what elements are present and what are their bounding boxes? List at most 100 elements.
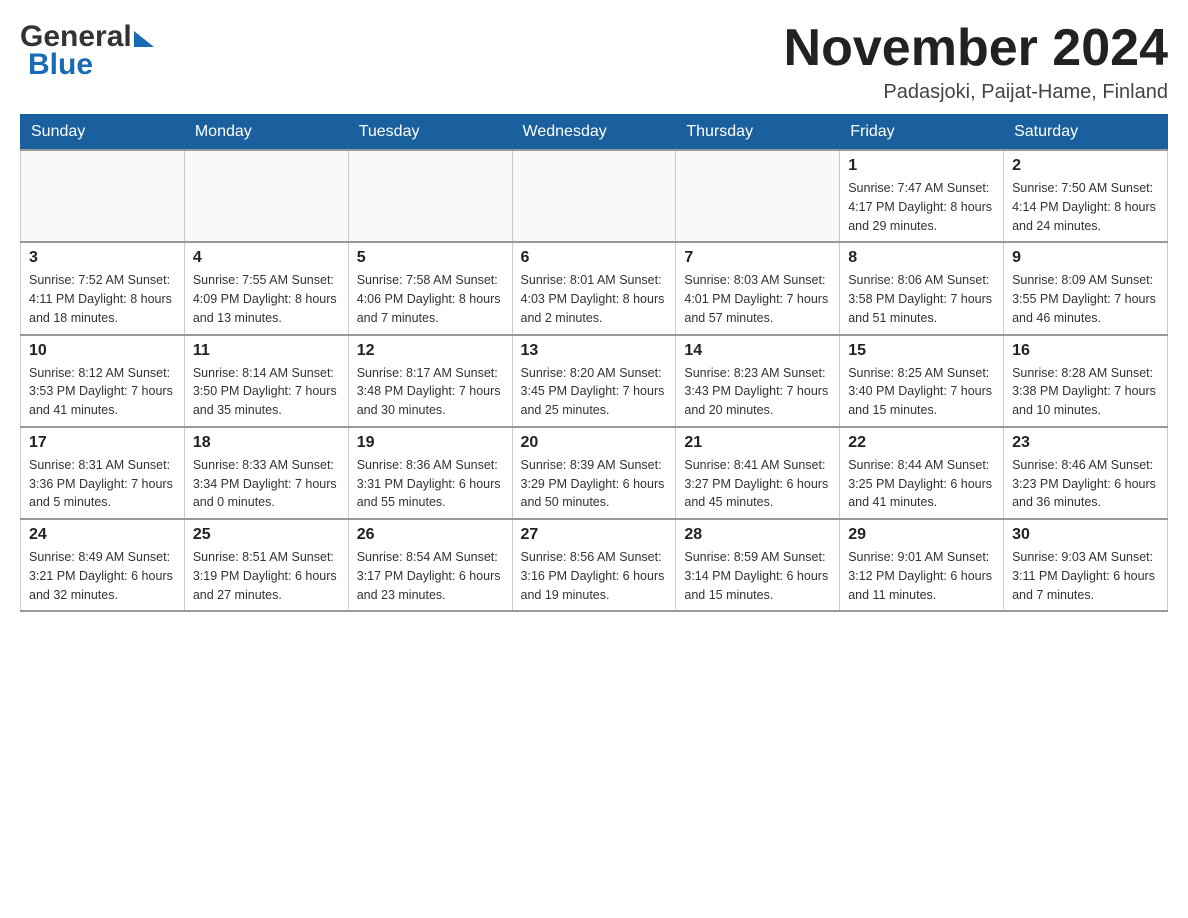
day-cell: 24 Sunrise: 8:49 AM Sunset: 3:21 PM Dayli… — [21, 519, 185, 611]
day-cell — [21, 150, 185, 242]
day-info: Sunrise: 8:20 AM Sunset: 3:45 PM Dayligh… — [521, 364, 668, 420]
day-cell: 23 Sunrise: 8:46 AM Sunset: 3:23 PM Dayli… — [1004, 427, 1168, 519]
header-wednesday: Wednesday — [512, 115, 676, 151]
day-number: 23 — [1012, 434, 1159, 452]
day-number: 28 — [684, 526, 831, 544]
day-number: 22 — [848, 434, 995, 452]
week-row-1: 1 Sunrise: 7:47 AM Sunset: 4:17 PM Daylig… — [21, 150, 1168, 242]
calendar-table: SundayMondayTuesdayWednesdayThursdayFrid… — [20, 114, 1168, 612]
month-title: November 2024 — [784, 20, 1168, 77]
day-number: 15 — [848, 342, 995, 360]
day-info: Sunrise: 8:41 AM Sunset: 3:27 PM Dayligh… — [684, 456, 831, 512]
day-cell: 1 Sunrise: 7:47 AM Sunset: 4:17 PM Daylig… — [840, 150, 1004, 242]
day-number: 8 — [848, 249, 995, 267]
header-monday: Monday — [184, 115, 348, 151]
page-header: General Blue November 2024 Padasjoki, Pa… — [20, 20, 1168, 104]
day-cell — [512, 150, 676, 242]
day-info: Sunrise: 9:01 AM Sunset: 3:12 PM Dayligh… — [848, 548, 995, 604]
day-number: 20 — [521, 434, 668, 452]
day-number: 21 — [684, 434, 831, 452]
day-info: Sunrise: 8:03 AM Sunset: 4:01 PM Dayligh… — [684, 271, 831, 327]
day-number: 13 — [521, 342, 668, 360]
day-info: Sunrise: 8:54 AM Sunset: 3:17 PM Dayligh… — [357, 548, 504, 604]
day-info: Sunrise: 7:52 AM Sunset: 4:11 PM Dayligh… — [29, 271, 176, 327]
day-number: 30 — [1012, 526, 1159, 544]
header-thursday: Thursday — [676, 115, 840, 151]
day-cell: 30 Sunrise: 9:03 AM Sunset: 3:11 PM Dayli… — [1004, 519, 1168, 611]
day-info: Sunrise: 8:31 AM Sunset: 3:36 PM Dayligh… — [29, 456, 176, 512]
week-row-2: 3 Sunrise: 7:52 AM Sunset: 4:11 PM Daylig… — [21, 242, 1168, 334]
day-cell: 29Sunrise: 9:01 AM Sunset: 3:12 PM Dayli… — [840, 519, 1004, 611]
header-saturday: Saturday — [1004, 115, 1168, 151]
day-cell: 8 Sunrise: 8:06 AM Sunset: 3:58 PM Daylig… — [840, 242, 1004, 334]
day-info: Sunrise: 8:59 AM Sunset: 3:14 PM Dayligh… — [684, 548, 831, 604]
day-number: 16 — [1012, 342, 1159, 360]
day-cell: 10 Sunrise: 8:12 AM Sunset: 3:53 PM Dayli… — [21, 335, 185, 427]
day-info: Sunrise: 8:44 AM Sunset: 3:25 PM Dayligh… — [848, 456, 995, 512]
day-number: 26 — [357, 526, 504, 544]
day-number: 3 — [29, 249, 176, 267]
logo: General Blue — [20, 20, 154, 82]
day-cell: 21 Sunrise: 8:41 AM Sunset: 3:27 PM Dayli… — [676, 427, 840, 519]
day-number: 1 — [848, 157, 995, 175]
day-cell: 15 Sunrise: 8:25 AM Sunset: 3:40 PM Dayli… — [840, 335, 1004, 427]
day-number: 27 — [521, 526, 668, 544]
day-info: Sunrise: 9:03 AM Sunset: 3:11 PM Dayligh… — [1012, 548, 1159, 604]
day-info: Sunrise: 8:14 AM Sunset: 3:50 PM Dayligh… — [193, 364, 340, 420]
day-cell: 25Sunrise: 8:51 AM Sunset: 3:19 PM Dayli… — [184, 519, 348, 611]
day-info: Sunrise: 8:23 AM Sunset: 3:43 PM Dayligh… — [684, 364, 831, 420]
day-number: 24 — [29, 526, 176, 544]
day-cell: 11 Sunrise: 8:14 AM Sunset: 3:50 PM Dayli… — [184, 335, 348, 427]
day-info: Sunrise: 7:58 AM Sunset: 4:06 PM Dayligh… — [357, 271, 504, 327]
day-info: Sunrise: 8:06 AM Sunset: 3:58 PM Dayligh… — [848, 271, 995, 327]
logo-blue-text: Blue — [24, 48, 93, 82]
day-number: 25 — [193, 526, 340, 544]
day-cell — [184, 150, 348, 242]
day-cell: 26 Sunrise: 8:54 AM Sunset: 3:17 PM Dayli… — [348, 519, 512, 611]
day-info: Sunrise: 8:36 AM Sunset: 3:31 PM Dayligh… — [357, 456, 504, 512]
header-friday: Friday — [840, 115, 1004, 151]
day-number: 9 — [1012, 249, 1159, 267]
day-cell: 19Sunrise: 8:36 AM Sunset: 3:31 PM Dayli… — [348, 427, 512, 519]
week-row-5: 24 Sunrise: 8:49 AM Sunset: 3:21 PM Dayli… — [21, 519, 1168, 611]
day-cell — [348, 150, 512, 242]
day-cell: 22 Sunrise: 8:44 AM Sunset: 3:25 PM Dayli… — [840, 427, 1004, 519]
day-info: Sunrise: 8:39 AM Sunset: 3:29 PM Dayligh… — [521, 456, 668, 512]
day-info: Sunrise: 8:12 AM Sunset: 3:53 PM Dayligh… — [29, 364, 176, 420]
day-info: Sunrise: 8:01 AM Sunset: 4:03 PM Dayligh… — [521, 271, 668, 327]
day-cell: 7Sunrise: 8:03 AM Sunset: 4:01 PM Daylig… — [676, 242, 840, 334]
day-number: 6 — [521, 249, 668, 267]
header-sunday: Sunday — [21, 115, 185, 151]
day-info: Sunrise: 8:17 AM Sunset: 3:48 PM Dayligh… — [357, 364, 504, 420]
day-info: Sunrise: 8:49 AM Sunset: 3:21 PM Dayligh… — [29, 548, 176, 604]
day-info: Sunrise: 8:46 AM Sunset: 3:23 PM Dayligh… — [1012, 456, 1159, 512]
day-cell: 3 Sunrise: 7:52 AM Sunset: 4:11 PM Daylig… — [21, 242, 185, 334]
day-number: 18 — [193, 434, 340, 452]
title-block: November 2024 Padasjoki, Paijat-Hame, Fi… — [784, 20, 1168, 104]
day-number: 4 — [193, 249, 340, 267]
location-text: Padasjoki, Paijat-Hame, Finland — [784, 81, 1168, 104]
day-cell: 20 Sunrise: 8:39 AM Sunset: 3:29 PM Dayli… — [512, 427, 676, 519]
day-number: 2 — [1012, 157, 1159, 175]
day-number: 12 — [357, 342, 504, 360]
day-number: 10 — [29, 342, 176, 360]
week-row-3: 10 Sunrise: 8:12 AM Sunset: 3:53 PM Dayli… — [21, 335, 1168, 427]
day-cell: 9Sunrise: 8:09 AM Sunset: 3:55 PM Daylig… — [1004, 242, 1168, 334]
day-cell: 2 Sunrise: 7:50 AM Sunset: 4:14 PM Daylig… — [1004, 150, 1168, 242]
day-info: Sunrise: 7:50 AM Sunset: 4:14 PM Dayligh… — [1012, 179, 1159, 235]
day-cell: 17Sunrise: 8:31 AM Sunset: 3:36 PM Dayli… — [21, 427, 185, 519]
day-info: Sunrise: 7:55 AM Sunset: 4:09 PM Dayligh… — [193, 271, 340, 327]
day-number: 11 — [193, 342, 340, 360]
day-info: Sunrise: 7:47 AM Sunset: 4:17 PM Dayligh… — [848, 179, 995, 235]
day-number: 5 — [357, 249, 504, 267]
logo-arrow-icon — [134, 31, 154, 47]
day-cell: 13 Sunrise: 8:20 AM Sunset: 3:45 PM Dayli… — [512, 335, 676, 427]
day-cell: 16Sunrise: 8:28 AM Sunset: 3:38 PM Dayli… — [1004, 335, 1168, 427]
day-cell: 5 Sunrise: 7:58 AM Sunset: 4:06 PM Daylig… — [348, 242, 512, 334]
day-cell: 27Sunrise: 8:56 AM Sunset: 3:16 PM Dayli… — [512, 519, 676, 611]
header-tuesday: Tuesday — [348, 115, 512, 151]
day-info: Sunrise: 8:25 AM Sunset: 3:40 PM Dayligh… — [848, 364, 995, 420]
day-info: Sunrise: 8:33 AM Sunset: 3:34 PM Dayligh… — [193, 456, 340, 512]
day-cell: 28 Sunrise: 8:59 AM Sunset: 3:14 PM Dayli… — [676, 519, 840, 611]
week-row-4: 17Sunrise: 8:31 AM Sunset: 3:36 PM Dayli… — [21, 427, 1168, 519]
